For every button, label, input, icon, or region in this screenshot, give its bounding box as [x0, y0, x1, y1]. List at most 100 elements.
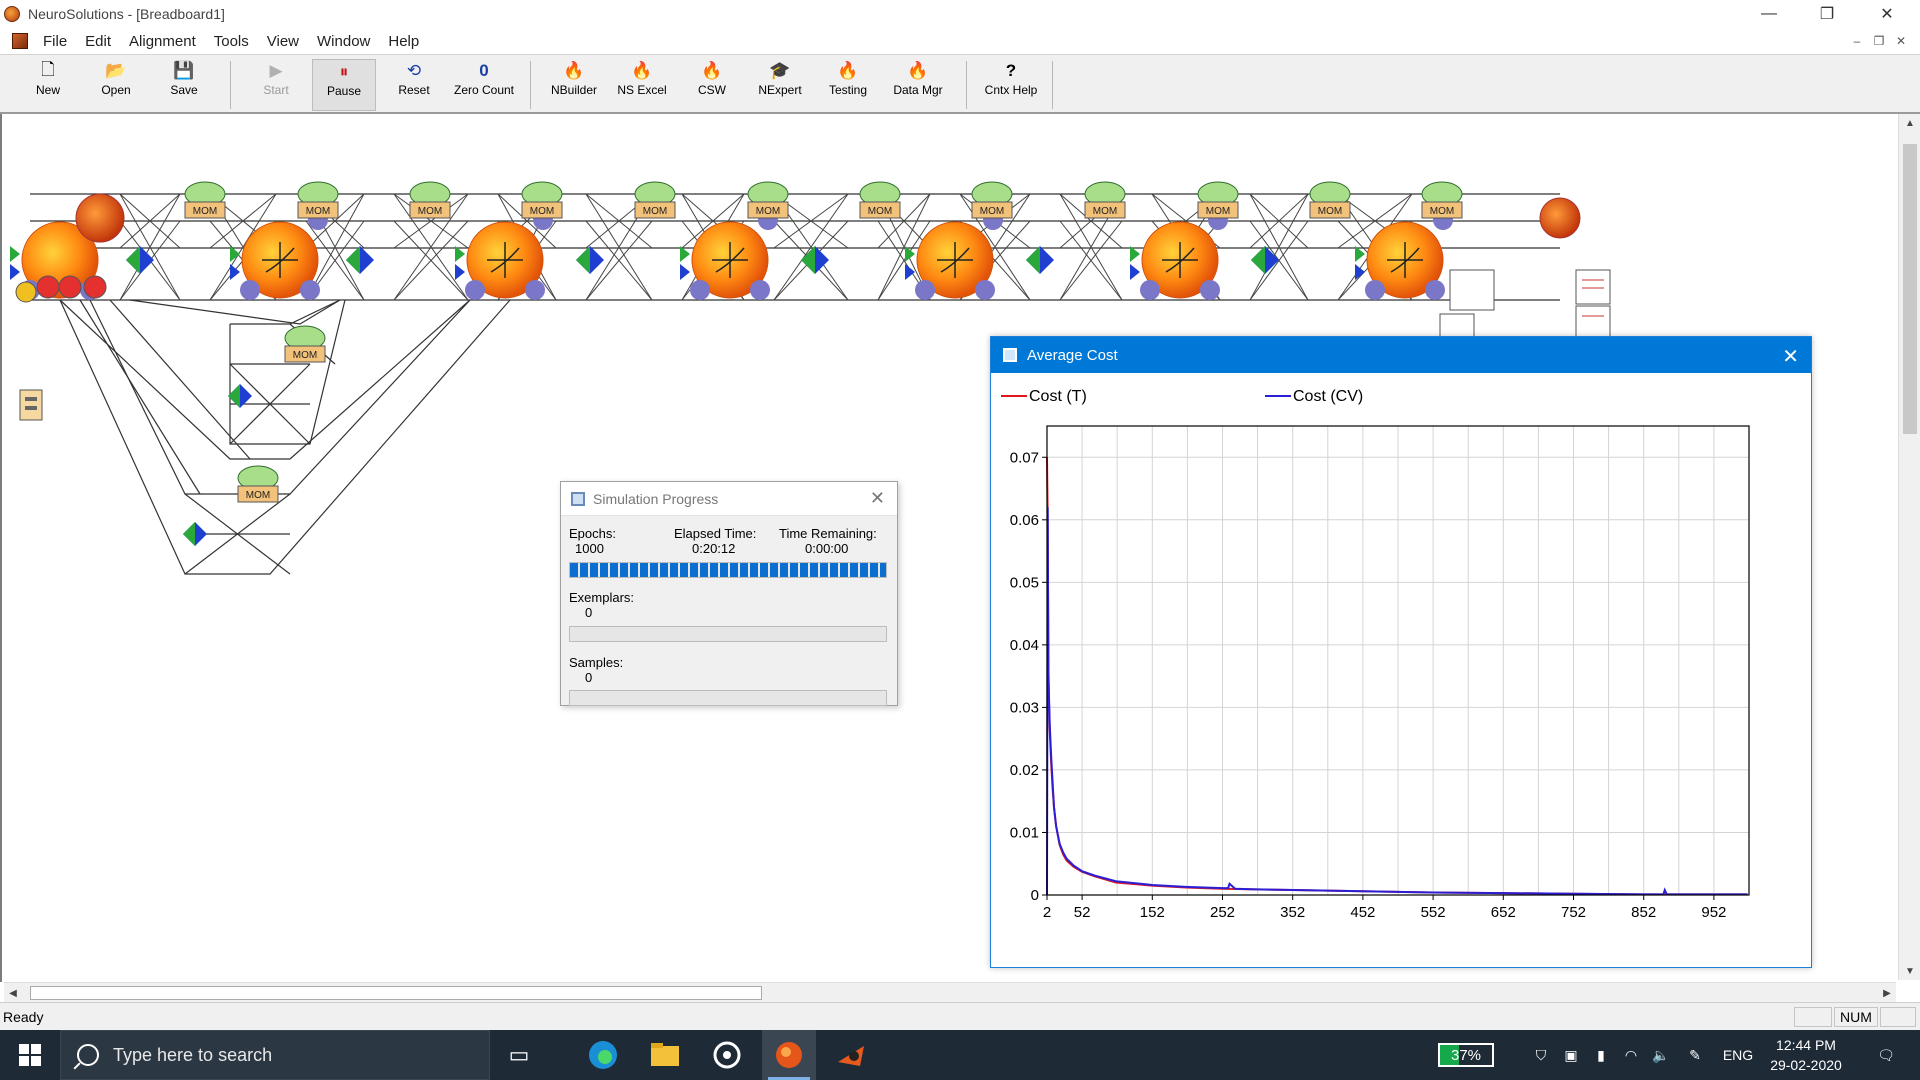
simulation-progress-dialog[interactable]: Simulation Progress ✕ Epochs: 1000 Elaps…: [560, 481, 898, 706]
mdi-close-button[interactable]: ✕: [1892, 33, 1910, 49]
taskbar-clock[interactable]: 12:44 PM 29-02-2020: [1756, 1035, 1856, 1075]
synapse-node[interactable]: [1251, 246, 1279, 274]
pen-icon[interactable]: ✎: [1684, 1030, 1706, 1080]
mdi-restore-button[interactable]: ❐: [1870, 33, 1888, 49]
pause-button[interactable]: ⏸ Pause: [312, 59, 376, 111]
axon-layer[interactable]: [1130, 210, 1228, 300]
average-cost-close-button[interactable]: ✕: [1782, 344, 1799, 369]
restore-button[interactable]: ❐: [1804, 0, 1850, 28]
synapse-node[interactable]: [183, 522, 207, 546]
criterion-node[interactable]: [75, 193, 125, 243]
synapse-node[interactable]: [801, 246, 829, 274]
y-tick-label: 0: [1031, 887, 1039, 904]
node-connector: [1200, 280, 1220, 300]
momentum-component[interactable]: MOM: [297, 181, 339, 219]
average-cost-window[interactable]: Average Cost ✕ Cost (T) Cost (CV) 0 0.01 0.…: [990, 336, 1812, 968]
momentum-component[interactable]: MOM: [1309, 181, 1351, 219]
start-button[interactable]: [0, 1030, 60, 1080]
neurosolutions-alt-icon[interactable]: [824, 1030, 878, 1080]
synapse-node[interactable]: [1026, 246, 1054, 274]
language-indicator[interactable]: ENG: [1718, 1030, 1758, 1080]
save-button[interactable]: 💾 Save: [156, 59, 212, 111]
simulation-progress-titlebar[interactable]: Simulation Progress: [561, 482, 897, 516]
windows-taskbar: Type here to search ▭ 37% ⛉ ▣ ▮ ◠ 🔈 ✎ EN…: [0, 1030, 1920, 1080]
momentum-label: MOM: [1430, 206, 1454, 217]
task-view-icon[interactable]: ▭: [492, 1030, 546, 1080]
volume-icon[interactable]: 🔈: [1650, 1030, 1672, 1080]
search-placeholder: Type here to search: [113, 1044, 273, 1065]
minimize-button[interactable]: —: [1746, 0, 1792, 28]
edge-icon[interactable]: [576, 1030, 630, 1080]
mdi-minimize-button[interactable]: –: [1848, 33, 1866, 49]
nbuilder-button[interactable]: 🔥 NBuilder: [544, 59, 604, 111]
new-button[interactable]: 🗋 New: [20, 59, 76, 111]
scroll-right-arrow[interactable]: ▶: [1878, 983, 1896, 1003]
start-button[interactable]: ▶ Start: [244, 59, 308, 111]
defender-icon[interactable]: ⛉: [1530, 1030, 1552, 1080]
wifi-icon[interactable]: ◠: [1620, 1030, 1642, 1080]
file-explorer-icon[interactable]: [638, 1030, 692, 1080]
synapse-node[interactable]: [346, 246, 374, 274]
momentum-component[interactable]: MOM: [409, 181, 451, 219]
open-button[interactable]: 📂 Open: [88, 59, 144, 111]
momentum-component[interactable]: MOM: [237, 465, 279, 503]
momentum-component[interactable]: MOM: [1421, 181, 1463, 219]
momentum-component[interactable]: MOM: [1197, 181, 1239, 219]
testing-icon: 🔥: [837, 61, 859, 80]
menu-window[interactable]: Window: [308, 33, 379, 50]
menu-alignment[interactable]: Alignment: [120, 33, 205, 50]
display-icon[interactable]: ▣: [1560, 1030, 1582, 1080]
average-cost-titlebar[interactable]: Average Cost: [991, 337, 1811, 373]
momentum-component[interactable]: MOM: [971, 181, 1013, 219]
reset-button[interactable]: ⟲ Reset: [384, 59, 444, 111]
scroll-up-arrow[interactable]: ▲: [1899, 114, 1920, 132]
taskbar-search-box[interactable]: Type here to search: [60, 1030, 490, 1080]
menu-tools[interactable]: Tools: [205, 33, 258, 50]
momentum-component[interactable]: MOM: [284, 325, 326, 363]
momentum-component[interactable]: MOM: [634, 181, 676, 219]
data-mgr-button[interactable]: 🔥 Data Mgr: [886, 59, 950, 111]
close-button[interactable]: ✕: [1864, 0, 1910, 28]
context-help-button[interactable]: ? Cntx Help: [976, 59, 1046, 111]
axon-layer[interactable]: [230, 210, 328, 300]
synapse-node[interactable]: [126, 246, 154, 274]
criterion-node[interactable]: [1539, 197, 1581, 239]
momentum-component[interactable]: MOM: [184, 181, 226, 219]
menu-edit[interactable]: Edit: [76, 33, 120, 50]
momentum-component[interactable]: MOM: [521, 181, 563, 219]
menu-view[interactable]: View: [258, 33, 308, 50]
testing-button[interactable]: 🔥 Testing: [818, 59, 878, 111]
momentum-component[interactable]: MOM: [747, 181, 789, 219]
node-connector: [1365, 280, 1385, 300]
menu-help[interactable]: Help: [379, 33, 428, 50]
media-icon[interactable]: [700, 1030, 754, 1080]
momentum-label: MOM: [530, 206, 554, 217]
menu-file[interactable]: File: [34, 33, 76, 50]
synapse-node[interactable]: [576, 246, 604, 274]
momentum-component[interactable]: MOM: [1084, 181, 1126, 219]
vertical-scroll-thumb[interactable]: [1903, 144, 1917, 434]
neurosolutions-icon[interactable]: [762, 1030, 816, 1080]
zero-count-button[interactable]: 0 Zero Count: [448, 59, 520, 111]
document-icon[interactable]: [12, 33, 28, 49]
axon-layer[interactable]: [680, 210, 778, 300]
exemplars-label: Exemplars:: [569, 590, 635, 605]
axon-layer[interactable]: [455, 210, 553, 300]
scroll-left-arrow[interactable]: ◀: [4, 983, 22, 1003]
battery-indicator[interactable]: 37%: [1438, 1043, 1494, 1067]
horizontal-scrollbar[interactable]: ◀ ▶: [4, 982, 1896, 1002]
momentum-component[interactable]: MOM: [859, 181, 901, 219]
vertical-scrollbar[interactable]: ▲ ▼: [1898, 114, 1920, 980]
x-tick-label: 752: [1561, 904, 1586, 921]
notification-icon[interactable]: 🗨: [1866, 1030, 1906, 1080]
scroll-down-arrow[interactable]: ▼: [1899, 962, 1920, 980]
horizontal-scroll-thumb[interactable]: [30, 986, 762, 1000]
ns-excel-button[interactable]: 🔥 NS Excel: [612, 59, 672, 111]
csw-button[interactable]: 🔥 CSW: [682, 59, 742, 111]
power-icon[interactable]: ▮: [1590, 1030, 1612, 1080]
simulation-progress-close-button[interactable]: ✕: [870, 488, 885, 509]
nexpert-button[interactable]: 🎓 NExpert: [750, 59, 810, 111]
axon-layer[interactable]: [905, 210, 1003, 300]
file-input-icon[interactable]: [19, 389, 43, 421]
axon-layer[interactable]: [1355, 210, 1453, 300]
